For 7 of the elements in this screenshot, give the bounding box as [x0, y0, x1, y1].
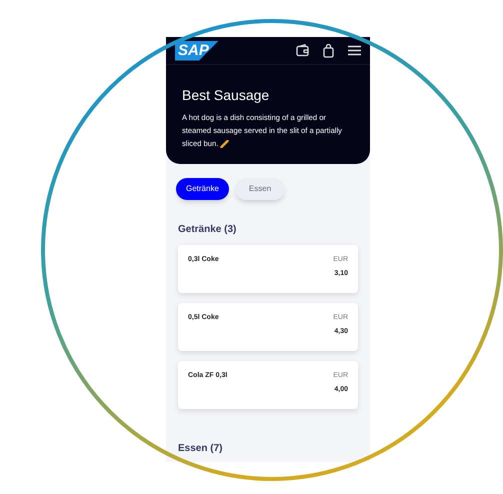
shopping-bag-icon[interactable] — [323, 44, 334, 58]
tab[interactable]: Essen — [234, 178, 286, 200]
tab[interactable]: Getränke — [176, 178, 229, 200]
sausage-icon — [220, 140, 230, 148]
menu-icon[interactable] — [348, 45, 361, 56]
hero-title: Best Sausage — [182, 86, 270, 105]
wallet-icon[interactable] — [296, 44, 309, 57]
